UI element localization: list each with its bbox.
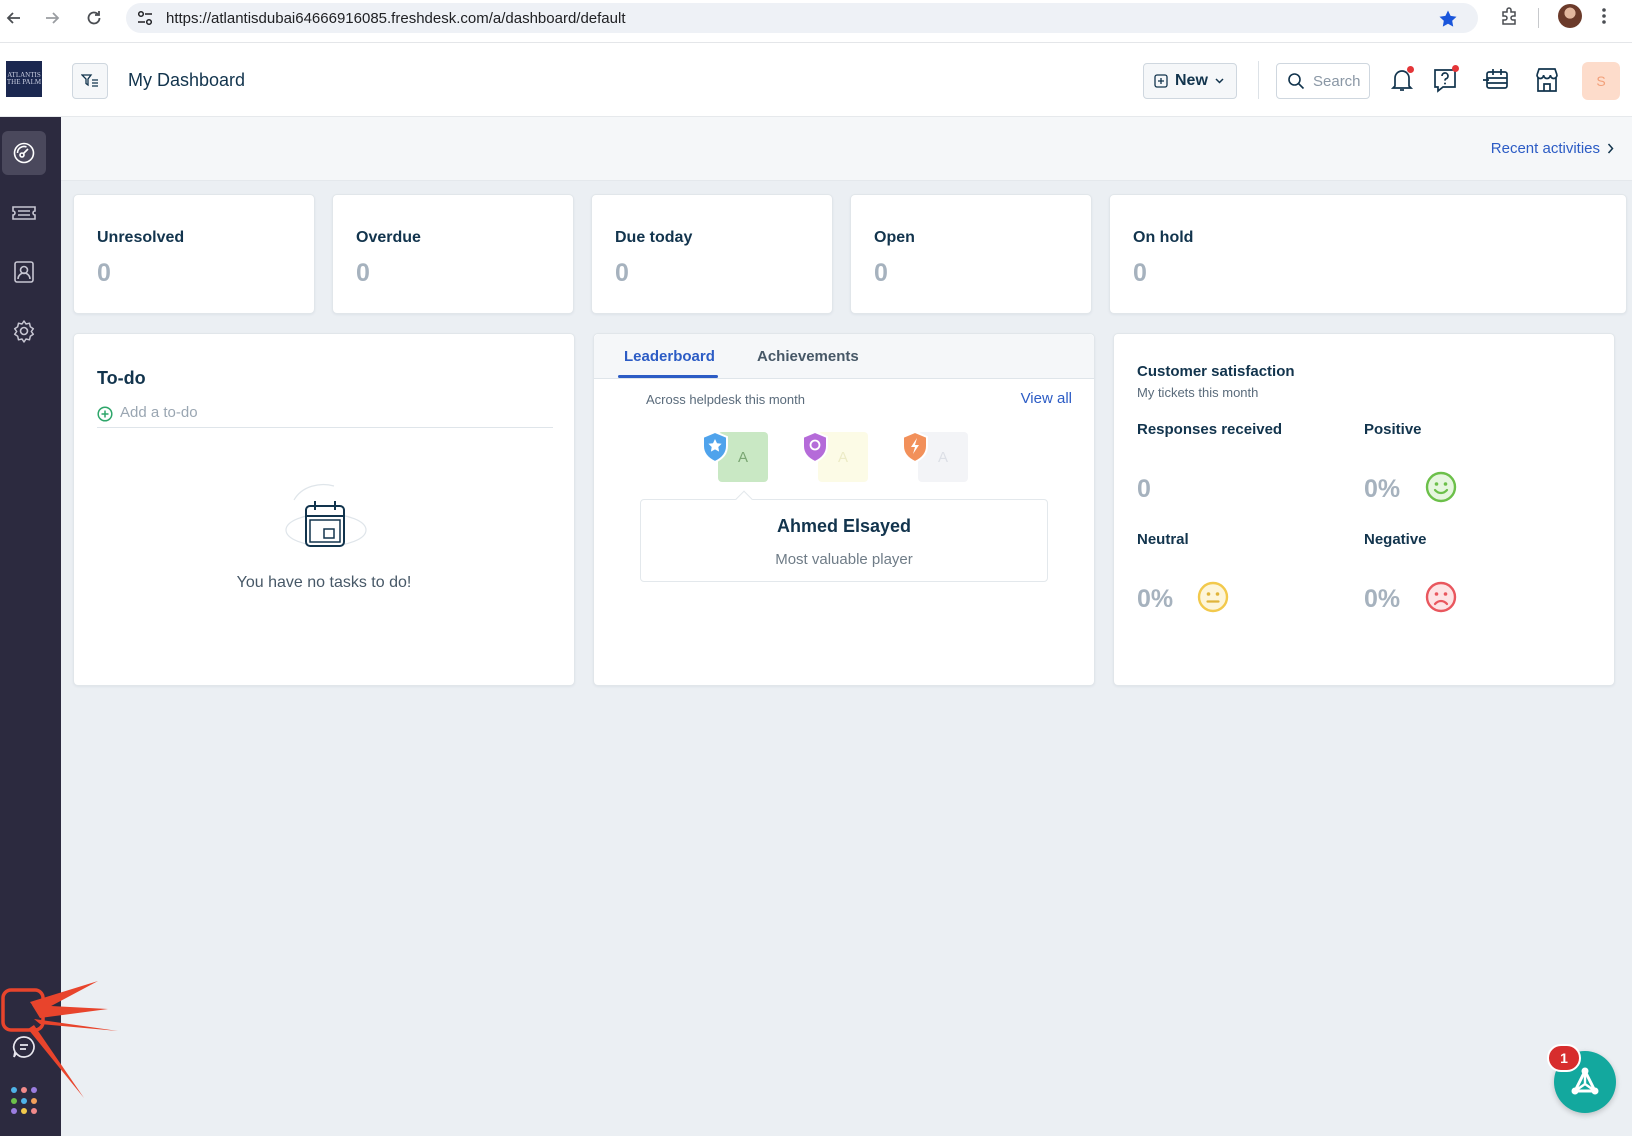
mvp-panel: Ahmed Elsayed Most valuable player xyxy=(640,499,1048,582)
stat-label: Open xyxy=(874,229,915,246)
tab-leaderboard[interactable]: Leaderboard xyxy=(624,348,715,365)
ticket-board-icon[interactable] xyxy=(1479,63,1513,97)
chevron-right-icon xyxy=(1607,143,1614,154)
contact-card-icon xyxy=(14,261,34,283)
mvp-role: Most valuable player xyxy=(775,551,913,568)
stat-label: On hold xyxy=(1133,229,1194,246)
tab-achievements[interactable]: Achievements xyxy=(757,348,859,365)
search-input[interactable]: Search xyxy=(1276,63,1370,99)
user-avatar[interactable]: S xyxy=(1582,62,1620,100)
shield-badge-icon xyxy=(802,430,828,464)
stat-value: 0 xyxy=(1133,259,1147,287)
stat-card-due-today[interactable]: Due today 0 xyxy=(591,194,833,314)
stat-label: Unresolved xyxy=(97,229,185,246)
todo-empty-message: You have no tasks to do! xyxy=(236,574,412,591)
notification-dot xyxy=(1407,66,1414,73)
new-button[interactable]: New xyxy=(1143,63,1237,99)
marketplace-store-icon[interactable] xyxy=(1530,63,1564,97)
todo-title: To-do xyxy=(97,368,146,388)
stat-value: 0 xyxy=(874,259,888,287)
apps-grid-icon[interactable] xyxy=(11,1087,39,1115)
sidebar-item-chat[interactable] xyxy=(6,1029,42,1065)
empty-calendar-icon xyxy=(285,483,367,547)
sidebar-item-contacts[interactable] xyxy=(2,250,46,294)
neutral-value: 0% xyxy=(1137,585,1174,613)
active-tab-indicator xyxy=(618,375,718,378)
browser-profile-avatar[interactable] xyxy=(1558,4,1582,28)
add-circle-icon xyxy=(97,406,113,422)
negative-label: Negative xyxy=(1364,531,1427,548)
chevron-down-icon xyxy=(1215,78,1224,84)
header-divider xyxy=(1258,61,1259,99)
add-todo-placeholder: Add a to-do xyxy=(120,404,198,421)
filter-icon xyxy=(81,74,98,87)
positive-label: Positive xyxy=(1364,421,1422,438)
forward-icon[interactable] xyxy=(40,6,64,30)
recent-activities-label: Recent activities xyxy=(1490,140,1600,157)
dashboard-top-strip: Recent activities xyxy=(61,117,1632,181)
positive-value: 0% xyxy=(1364,475,1401,503)
page-title: My Dashboard xyxy=(128,70,246,90)
gauge-icon xyxy=(13,142,35,164)
stat-card-overdue[interactable]: Overdue 0 xyxy=(332,194,574,314)
sidebar xyxy=(0,117,61,1136)
stat-card-unresolved[interactable]: Unresolved 0 xyxy=(73,194,315,314)
stat-label: Due today xyxy=(615,229,693,246)
stat-label: Overdue xyxy=(356,229,421,246)
responses-label: Responses received xyxy=(1137,421,1283,438)
happy-face-icon xyxy=(1425,471,1457,503)
shield-star-icon xyxy=(702,430,728,464)
site-settings-icon[interactable] xyxy=(136,9,154,32)
url-text[interactable]: https://atlantisdubai64666916085.freshde… xyxy=(166,10,626,27)
widget-notification-badge: 1 xyxy=(1547,1044,1581,1072)
satisfaction-title: Customer satisfaction xyxy=(1137,363,1295,380)
app-header: ATLANTIS THE PALM My Dashboard New Searc… xyxy=(0,43,1632,117)
help-notification-dot xyxy=(1452,65,1459,72)
address-bar[interactable]: https://atlantisdubai64666916085.freshde… xyxy=(126,3,1478,33)
browser-toolbar: https://atlantisdubai64666916085.freshde… xyxy=(0,0,1632,43)
stat-value: 0 xyxy=(615,259,629,287)
help-icon[interactable] xyxy=(1428,63,1462,97)
sidebar-item-tickets[interactable] xyxy=(2,191,46,235)
stat-card-on-hold[interactable]: On hold 0 xyxy=(1109,194,1627,314)
company-logo[interactable]: ATLANTIS THE PALM xyxy=(6,61,42,97)
negative-value: 0% xyxy=(1364,585,1401,613)
satisfaction-subtitle: My tickets this month xyxy=(1137,385,1259,400)
search-placeholder: Search xyxy=(1313,72,1361,90)
todo-card: To-do Add a to-do You have no tasks to d… xyxy=(73,333,575,686)
neutral-face-icon xyxy=(1197,581,1229,613)
sidebar-item-admin[interactable] xyxy=(2,309,46,353)
customer-satisfaction-card: Customer satisfaction My tickets this mo… xyxy=(1113,333,1615,686)
notifications-bell-icon[interactable] xyxy=(1385,63,1419,97)
extensions-icon[interactable] xyxy=(1500,6,1520,31)
new-button-label: New xyxy=(1175,72,1208,89)
stat-value: 0 xyxy=(356,259,370,287)
reload-icon[interactable] xyxy=(82,6,106,30)
leaderboard-subtitle: Across helpdesk this month xyxy=(646,392,805,407)
neutral-label: Neutral xyxy=(1137,531,1189,548)
gear-icon xyxy=(13,320,35,343)
filter-toggle-button[interactable] xyxy=(72,63,108,99)
stat-value: 0 xyxy=(97,259,111,287)
plus-box-icon xyxy=(1154,74,1168,88)
bookmark-star-icon[interactable] xyxy=(1438,9,1458,34)
stat-card-open[interactable]: Open 0 xyxy=(850,194,1092,314)
ticket-icon xyxy=(12,206,36,220)
back-icon[interactable] xyxy=(2,6,26,30)
recent-activities-link[interactable]: Recent activities xyxy=(1491,140,1614,157)
sidebar-item-dashboard[interactable] xyxy=(2,131,46,175)
leaderboard-card: Leaderboard Achievements Across helpdesk… xyxy=(593,333,1095,686)
search-icon xyxy=(1288,73,1305,90)
add-todo-input[interactable]: Add a to-do xyxy=(97,404,553,428)
browser-menu-icon[interactable] xyxy=(1600,6,1608,31)
toolbar-separator xyxy=(1538,8,1539,28)
view-all-link[interactable]: View all xyxy=(1021,390,1072,407)
leaderboard-tabs: Leaderboard Achievements xyxy=(594,334,1094,379)
mvp-name: Ahmed Elsayed xyxy=(776,516,912,536)
responses-value: 0 xyxy=(1137,475,1151,503)
chat-bubble-icon xyxy=(12,1036,35,1058)
shield-bolt-icon xyxy=(902,430,928,464)
sad-face-icon xyxy=(1425,581,1457,613)
